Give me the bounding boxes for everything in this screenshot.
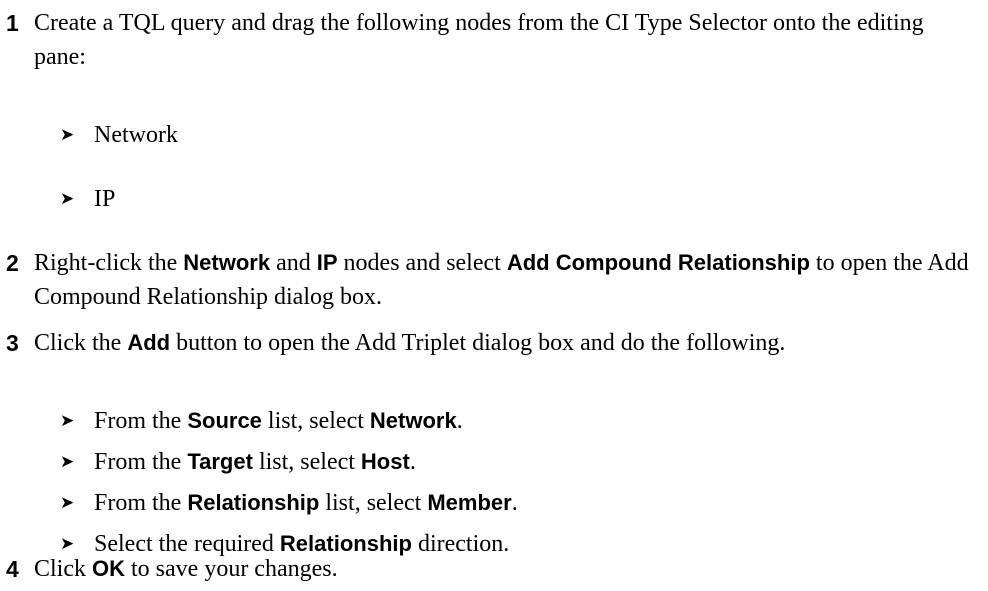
step-text: Create a TQL query and drag the followin… bbox=[34, 10, 924, 70]
bullet-arrow-icon: ➤ bbox=[60, 189, 75, 209]
bullet-arrow-icon: ➤ bbox=[60, 493, 75, 513]
ui-term: Target bbox=[187, 449, 253, 474]
list-item-text: IP bbox=[94, 186, 116, 212]
ui-term: Add Compound Relationship bbox=[506, 250, 810, 275]
ui-term: Network bbox=[183, 250, 271, 275]
ui-term: Host bbox=[360, 449, 410, 474]
list-item: ➤ From the Relationship list, select Memb… bbox=[60, 486, 518, 520]
step-number: 3 bbox=[6, 330, 19, 356]
bullet-arrow-icon: ➤ bbox=[60, 125, 75, 145]
ui-term: Relationship bbox=[187, 490, 320, 515]
step-number: 4 bbox=[6, 556, 19, 582]
step-number: 2 bbox=[6, 250, 19, 276]
step-number: 1 bbox=[6, 10, 19, 36]
list-item: ➤ Network bbox=[60, 118, 178, 152]
ui-term: Add bbox=[127, 330, 171, 355]
bullet-arrow-icon: ➤ bbox=[60, 452, 75, 472]
list-item: ➤ IP bbox=[60, 182, 115, 216]
ui-term: Source bbox=[187, 408, 262, 433]
ui-term: Network bbox=[369, 408, 457, 433]
step-text: Click the Add button to open the Add Tri… bbox=[34, 330, 786, 356]
step-text: Right-click the Network and IP nodes and… bbox=[34, 250, 969, 310]
step-text: Click OK to save your changes. bbox=[34, 556, 338, 582]
ui-term: Member bbox=[427, 490, 512, 515]
ui-term: IP bbox=[316, 250, 338, 275]
ui-term: OK bbox=[92, 556, 125, 581]
list-item: ➤ From the Target list, select Host. bbox=[60, 445, 416, 479]
bullet-arrow-icon: ➤ bbox=[60, 411, 75, 431]
list-item: ➤ From the Source list, select Network. bbox=[60, 404, 463, 438]
list-item-text: Network bbox=[94, 122, 178, 148]
